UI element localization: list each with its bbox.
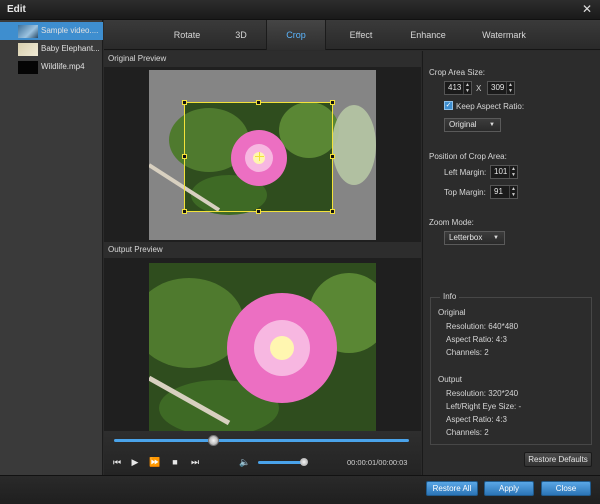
original-channels: Channels: 2: [446, 348, 489, 357]
crop-height-input[interactable]: 309 ▲ ▼: [487, 81, 515, 95]
play-icon[interactable]: ▶: [128, 456, 142, 468]
spin-arrows-icon[interactable]: ▲ ▼: [509, 166, 517, 178]
tab-effect[interactable]: Effect: [336, 20, 386, 50]
file-list: Sample video.... Baby Elephant... Wildli…: [0, 20, 103, 475]
tab-enhance[interactable]: Enhance: [402, 20, 454, 50]
zoom-mode-value: Letterbox: [449, 233, 483, 242]
keep-aspect-checkbox[interactable]: ✓: [444, 101, 453, 110]
window-title: Edit: [7, 4, 26, 15]
output-eye-size: Left/Right Eye Size: -: [446, 402, 522, 411]
video-thumbnail: [18, 25, 38, 38]
aspect-mode-value: Original: [449, 120, 477, 129]
left-margin-label: Left Margin:: [444, 168, 487, 177]
zoom-mode-select[interactable]: Letterbox ▼: [444, 231, 505, 245]
top-margin-value: 91: [494, 187, 503, 196]
spin-arrows-icon[interactable]: ▲ ▼: [506, 82, 514, 94]
info-title: Info: [440, 292, 460, 301]
output-resolution: Resolution: 320*240: [446, 389, 519, 398]
restore-all-button[interactable]: Restore All: [426, 481, 478, 496]
volume-icon[interactable]: 🔈: [238, 456, 252, 468]
keep-aspect-label: Keep Aspect Ratio:: [456, 102, 525, 111]
original-info-heading: Original: [438, 308, 466, 317]
crosshair-icon: [259, 152, 260, 161]
top-margin-input[interactable]: 91 ▲ ▼: [490, 185, 518, 199]
chevron-down-icon: ▼: [489, 122, 495, 128]
edit-tabs: Rotate 3D Crop Effect Enhance Watermark: [104, 20, 600, 50]
crop-handle[interactable]: [330, 100, 335, 105]
fast-forward-icon[interactable]: ⏩: [148, 456, 162, 468]
file-name: Baby Elephant...: [41, 44, 100, 53]
crop-handle[interactable]: [182, 154, 187, 159]
progress-bar[interactable]: [114, 439, 409, 442]
crop-handle[interactable]: [330, 154, 335, 159]
output-aspect-ratio: Aspect Ratio: 4:3: [446, 415, 507, 424]
crop-width-value: 413: [448, 83, 462, 92]
original-aspect-ratio: Aspect Ratio: 4:3: [446, 335, 507, 344]
volume-slider[interactable]: [258, 461, 306, 464]
zoom-mode-label: Zoom Mode:: [429, 218, 474, 227]
output-info-heading: Output: [438, 375, 463, 384]
volume-knob[interactable]: [300, 458, 308, 466]
video-thumbnail: [18, 61, 38, 74]
tab-rotate[interactable]: Rotate: [162, 20, 212, 50]
spin-arrows-icon[interactable]: ▲ ▼: [509, 186, 517, 198]
original-preview-label: Original Preview: [104, 51, 421, 67]
title-bar: [0, 0, 600, 20]
stop-icon[interactable]: ■: [168, 456, 182, 468]
original-resolution: Resolution: 640*480: [446, 322, 519, 331]
file-name: Wildlife.mp4: [41, 62, 85, 71]
restore-defaults-button[interactable]: Restore Defaults: [524, 452, 592, 467]
time-readout: 00:00:01/00:00:03: [347, 458, 408, 467]
close-button[interactable]: Close: [541, 481, 591, 496]
crop-height-value: 309: [491, 83, 505, 92]
crop-handle[interactable]: [256, 100, 261, 105]
skip-start-icon[interactable]: ⏮: [110, 456, 124, 468]
crop-handle[interactable]: [256, 209, 261, 214]
progress-knob[interactable]: [208, 435, 219, 446]
file-item-wildlife[interactable]: Wildlife.mp4: [0, 58, 103, 76]
file-item-sample-video[interactable]: Sample video....: [0, 22, 103, 40]
output-channels: Channels: 2: [446, 428, 489, 437]
spin-arrows-icon[interactable]: ▲ ▼: [463, 82, 471, 94]
file-name: Sample video....: [41, 26, 99, 35]
top-margin-label: Top Margin:: [444, 188, 486, 197]
crop-handle[interactable]: [330, 209, 335, 214]
tab-crop[interactable]: Crop: [266, 20, 326, 50]
file-item-baby-elephant[interactable]: Baby Elephant...: [0, 40, 103, 58]
close-icon[interactable]: ✕: [580, 2, 594, 16]
video-thumbnail: [18, 43, 38, 56]
left-margin-value: 101: [494, 167, 508, 176]
chevron-down-icon: ▼: [493, 235, 499, 241]
crop-frame[interactable]: [182, 100, 335, 214]
output-preview-image: [149, 263, 376, 431]
output-preview-label: Output Preview: [104, 242, 421, 258]
crop-handle[interactable]: [182, 209, 187, 214]
crop-position-label: Position of Crop Area:: [429, 152, 507, 161]
tab-3d[interactable]: 3D: [222, 20, 260, 50]
player-controls: [104, 431, 421, 475]
crop-width-input[interactable]: 413 ▲ ▼: [444, 81, 472, 95]
left-margin-input[interactable]: 101 ▲ ▼: [490, 165, 518, 179]
crop-size-label: Crop Area Size:: [429, 68, 486, 77]
skip-end-icon[interactable]: ⏭: [188, 456, 202, 468]
tab-watermark[interactable]: Watermark: [474, 20, 534, 50]
aspect-mode-select[interactable]: Original ▼: [444, 118, 501, 132]
crop-handle[interactable]: [182, 100, 187, 105]
size-separator: X: [476, 84, 482, 93]
apply-button[interactable]: Apply: [484, 481, 534, 496]
